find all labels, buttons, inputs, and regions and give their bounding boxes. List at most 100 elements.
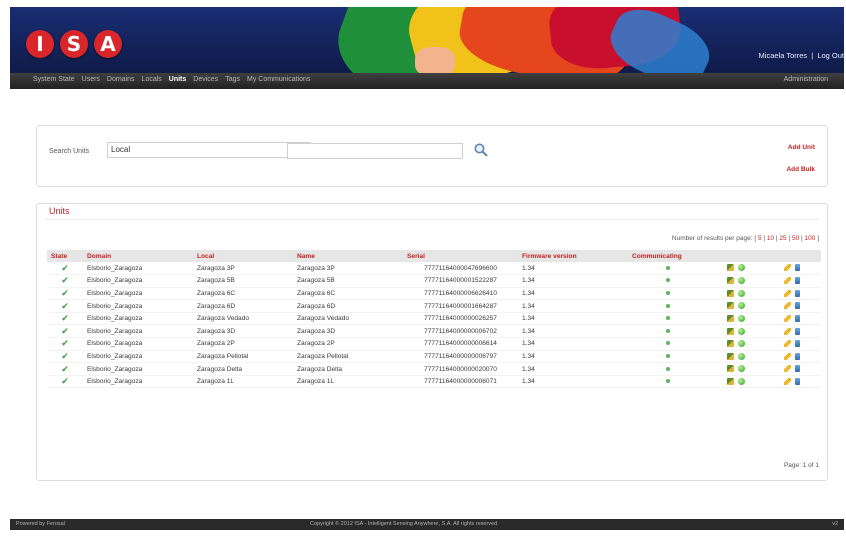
col-local[interactable]: Local [193, 250, 293, 262]
cell-local[interactable]: Zaragoza 6C [193, 287, 293, 301]
cell-local[interactable]: Zaragoza Pellotal [193, 350, 293, 364]
cell-name[interactable]: Zaragoza 5B [293, 274, 403, 288]
cell-local[interactable]: Zaragoza 2P [193, 337, 293, 351]
devices-icon[interactable] [726, 302, 734, 310]
table-row[interactable]: ✔ Elsborio_Zaragoza Zaragoza 6C Zaragoza 6C… [47, 287, 821, 301]
devices-icon[interactable] [726, 327, 734, 335]
nav-item-system-state[interactable]: System State [33, 76, 75, 83]
trash-icon[interactable] [795, 327, 800, 335]
cell-name[interactable]: Zaragoza 1L [293, 375, 403, 389]
trash-icon[interactable] [795, 378, 800, 386]
edit-icon[interactable] [784, 365, 791, 373]
trash-icon[interactable] [795, 340, 800, 348]
devices-icon[interactable] [726, 352, 734, 360]
add-bulk-button[interactable]: Add Bulk [786, 166, 815, 173]
devices-icon[interactable] [726, 264, 734, 272]
nav-item-units[interactable]: Units [169, 76, 187, 83]
trash-icon[interactable] [795, 289, 800, 297]
trash-icon[interactable] [795, 365, 800, 373]
table-row[interactable]: ✔ Elsborio_Zaragoza Zaragoza Vedado Zaragoz… [47, 312, 821, 326]
edit-icon[interactable] [784, 264, 791, 272]
table-row[interactable]: ✔ Elsborio_Zaragoza Zaragoza 3P Zaragoza 3P… [47, 262, 821, 276]
cell-name[interactable]: Zaragoza 3D [293, 324, 403, 339]
devices-icon[interactable] [726, 340, 734, 348]
per-page-5[interactable]: 5 [758, 235, 762, 242]
cell-name[interactable]: Zaragoza Delta [293, 362, 403, 376]
col-domain[interactable]: Domain [83, 250, 193, 262]
globe-icon[interactable] [737, 315, 745, 323]
devices-icon[interactable] [726, 378, 734, 386]
edit-icon[interactable] [784, 302, 791, 310]
cell-name[interactable]: Zaragoza 2P [293, 337, 403, 351]
cell-local[interactable]: Zaragoza 5B [193, 274, 293, 288]
globe-icon[interactable] [737, 277, 745, 285]
trash-icon[interactable] [795, 277, 800, 285]
cell-local[interactable]: Zaragoza 6D [193, 299, 293, 313]
devices-icon[interactable] [726, 365, 734, 373]
globe-icon[interactable] [737, 352, 745, 360]
cell-local[interactable]: Zaragoza 3P [193, 262, 293, 276]
globe-icon[interactable] [737, 378, 745, 386]
logout-link[interactable]: Log Out [817, 51, 844, 60]
table-row[interactable]: ✔ Elsborio_Zaragoza Zaragoza Delta Zaragoza… [47, 362, 821, 376]
table-row[interactable]: ✔ Elsborio_Zaragoza Zaragoza 2P Zaragoza 2P… [47, 337, 821, 351]
cell-local[interactable]: Zaragoza 1L [193, 375, 293, 389]
trash-icon[interactable] [795, 302, 800, 310]
trash-icon[interactable] [795, 352, 800, 360]
footer-powered-by[interactable]: Powered by Ferosal [16, 521, 65, 527]
globe-icon[interactable] [737, 302, 745, 310]
edit-icon[interactable] [784, 378, 791, 386]
table-row[interactable]: ✔ Elsborio_Zaragoza Zaragoza 1L Zaragoza 1L… [47, 375, 821, 389]
nav-item-my-communications[interactable]: My Communications [247, 76, 310, 83]
devices-icon[interactable] [726, 277, 734, 285]
user-name[interactable]: Micaela Torres [759, 51, 808, 60]
per-page-25[interactable]: 25 [779, 235, 786, 242]
table-row[interactable]: ✔ Elsborio_Zaragoza Zaragoza 5B Zaragoza 5B… [47, 274, 821, 288]
nav-item-devices[interactable]: Devices [193, 76, 218, 83]
globe-icon[interactable] [737, 289, 745, 297]
nav-item-users[interactable]: Users [82, 76, 100, 83]
cell-local[interactable]: Zaragoza Delta [193, 362, 293, 376]
trash-icon[interactable] [795, 264, 800, 272]
devices-icon[interactable] [726, 315, 734, 323]
col-communicating[interactable]: Communicating [628, 250, 708, 262]
globe-icon[interactable] [737, 365, 745, 373]
trash-icon[interactable] [795, 315, 800, 323]
edit-icon[interactable] [784, 352, 791, 360]
per-page-50[interactable]: 50 [792, 235, 799, 242]
table-row[interactable]: ✔ Elsborio_Zaragoza Zaragoza 3D Zaragoza 3D… [47, 324, 821, 339]
edit-icon[interactable] [784, 327, 791, 335]
add-unit-button[interactable]: Add Unit [788, 144, 815, 151]
col-state[interactable]: State [47, 250, 83, 262]
per-page-100[interactable]: 100 [805, 235, 816, 242]
cell-local[interactable]: Zaragoza Vedado [193, 312, 293, 326]
nav-item-administration[interactable]: Administration [784, 76, 828, 83]
edit-icon[interactable] [784, 277, 791, 285]
devices-icon[interactable] [726, 289, 734, 297]
cell-name[interactable]: Zaragoza Vedado [293, 312, 403, 326]
col-firmware[interactable]: Firmware version [518, 250, 628, 262]
edit-icon[interactable] [784, 315, 791, 323]
per-page-10[interactable]: 10 [767, 235, 774, 242]
search-type-select[interactable]: Local ▾ [107, 142, 311, 158]
cell-name[interactable]: Zaragoza Pellotal [293, 350, 403, 364]
globe-icon[interactable] [737, 327, 745, 335]
edit-icon[interactable] [784, 289, 791, 297]
globe-icon[interactable] [737, 340, 745, 348]
col-serial[interactable]: Serial [403, 250, 518, 262]
table-row[interactable]: ✔ Elsborio_Zaragoza Zaragoza 6D Zaragoza 6D… [47, 299, 821, 313]
nav-item-tags[interactable]: Tags [225, 76, 240, 83]
magnifier-icon[interactable] [473, 142, 489, 158]
table-row[interactable]: ✔ Elsborio_Zaragoza Zaragoza Pellotal Zarag… [47, 350, 821, 364]
nav-item-locals[interactable]: Locals [142, 76, 162, 83]
col-name[interactable]: Name [293, 250, 403, 262]
globe-icon[interactable] [737, 264, 745, 272]
cell-name[interactable]: Zaragoza 3P [293, 262, 403, 276]
edit-icon[interactable] [784, 340, 791, 348]
nav-item-domains[interactable]: Domains [107, 76, 135, 83]
cell-local[interactable]: Zaragoza 3D [193, 324, 293, 339]
cell-name[interactable]: Zaragoza 6D [293, 299, 403, 313]
isa-logo[interactable]: I S A [26, 30, 122, 58]
search-input[interactable] [287, 143, 463, 159]
cell-name[interactable]: Zaragoza 6C [293, 287, 403, 301]
